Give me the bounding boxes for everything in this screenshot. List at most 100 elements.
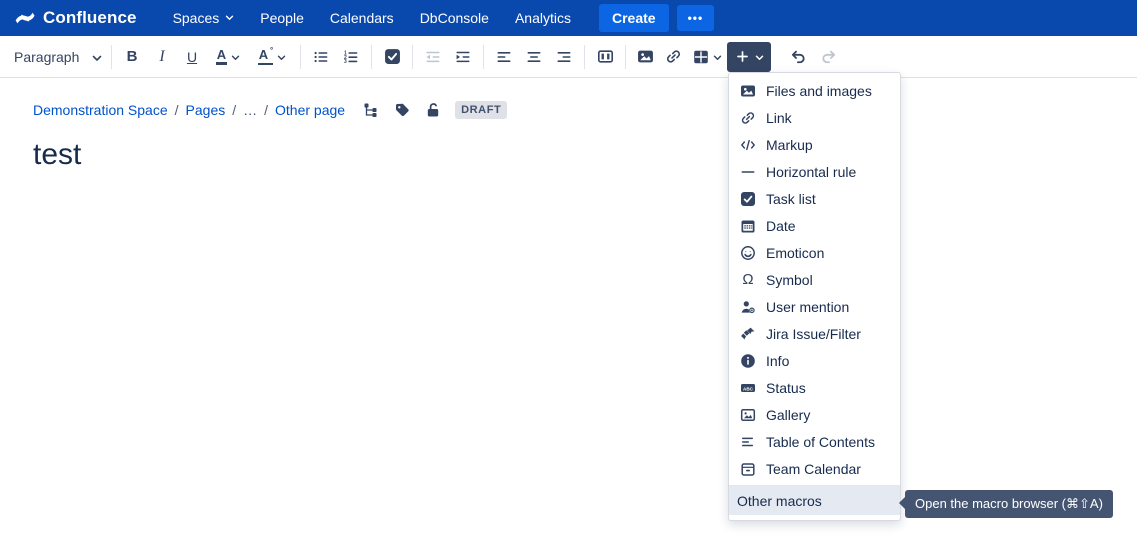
underline-icon: U	[187, 49, 197, 65]
bullet-list-button[interactable]	[306, 41, 336, 73]
menu-item-files-and-images[interactable]: Files and images	[729, 77, 900, 104]
align-left-icon	[496, 49, 512, 65]
toolbar-divider	[111, 45, 112, 69]
breadcrumb-separator: /	[232, 102, 236, 118]
text-color-icon: A	[216, 49, 227, 65]
menu-item-table-of-contents[interactable]: Table of Contents	[729, 428, 900, 455]
toolbar-divider	[625, 45, 626, 69]
align-center-button[interactable]	[519, 41, 549, 73]
breadcrumb-item[interactable]: Other page	[275, 102, 345, 118]
insert-link-button[interactable]	[659, 41, 687, 73]
nav-item-label: Analytics	[515, 10, 571, 26]
menu-item-info[interactable]: Info	[729, 347, 900, 374]
outdent-button[interactable]	[418, 41, 448, 73]
toolbar-divider	[584, 45, 585, 69]
unlock-icon[interactable]	[425, 102, 441, 118]
paragraph-style-dropdown[interactable]: Paragraph	[10, 41, 106, 73]
page-layout-icon	[597, 48, 614, 65]
paragraph-style-label: Paragraph	[14, 49, 79, 65]
breadcrumb-row: Demonstration Space/Pages/…/Other page D…	[33, 98, 1137, 122]
menu-item-team-calendar[interactable]: Team Calendar	[729, 455, 900, 482]
align-right-button[interactable]	[549, 41, 579, 73]
page-layout-button[interactable]	[590, 41, 620, 73]
bold-button[interactable]: B	[117, 41, 147, 73]
gallery-icon	[740, 407, 756, 423]
create-button[interactable]: Create	[599, 4, 669, 32]
nav-item-people[interactable]: People	[260, 10, 304, 26]
menu-item-label: Horizontal rule	[766, 164, 856, 180]
task-list-icon	[384, 48, 401, 65]
indent-button[interactable]	[448, 41, 478, 73]
menu-item-label: Gallery	[766, 407, 810, 423]
nav-item-dbconsole[interactable]: DbConsole	[420, 10, 489, 26]
breadcrumb-separator: /	[264, 102, 268, 118]
logo-wordmark: Confluence	[43, 8, 137, 28]
menu-item-emoticon[interactable]: Emoticon	[729, 239, 900, 266]
nav-item-label: People	[260, 10, 304, 26]
menu-item-other-macros[interactable]: Other macros	[729, 486, 900, 515]
text-color-dropdown[interactable]: A	[207, 41, 249, 73]
confluence-logo[interactable]: Confluence	[14, 7, 137, 29]
breadcrumb-item[interactable]: Pages	[186, 102, 226, 118]
image-icon	[637, 48, 654, 65]
nav-item-calendars[interactable]: Calendars	[330, 10, 394, 26]
insert-more-content-dropdown[interactable]	[727, 42, 771, 72]
redo-button[interactable]	[813, 41, 843, 73]
menu-item-user-mention[interactable]: User mention	[729, 293, 900, 320]
menu-item-symbol[interactable]: Ω Symbol	[729, 266, 900, 293]
ellipsis-icon: •••	[688, 11, 704, 25]
menu-item-gallery[interactable]: Gallery	[729, 401, 900, 428]
emoticon-icon	[740, 245, 756, 261]
confluence-logo-icon	[14, 7, 36, 29]
menu-item-label: Files and images	[766, 83, 872, 99]
breadcrumb-actions	[363, 102, 441, 118]
insert-image-button[interactable]	[631, 41, 659, 73]
menu-item-date[interactable]: Date	[729, 212, 900, 239]
menu-item-horizontal-rule[interactable]: Horizontal rule	[729, 158, 900, 185]
align-left-button[interactable]	[489, 41, 519, 73]
chevron-down-icon	[277, 48, 286, 66]
jira-icon	[740, 326, 756, 342]
menu-item-link[interactable]: Link	[729, 104, 900, 131]
menu-item-label: Task list	[766, 191, 816, 207]
more-formatting-icon: A°	[258, 49, 273, 65]
menu-item-status[interactable]: ABC Status	[729, 374, 900, 401]
align-right-icon	[556, 49, 572, 65]
task-list-button[interactable]	[377, 41, 407, 73]
menu-item-markup[interactable]: Markup	[729, 131, 900, 158]
undo-button[interactable]	[783, 41, 813, 73]
numbered-list-button[interactable]: 123	[336, 41, 366, 73]
menu-item-label: Link	[766, 110, 792, 126]
files-and-images-icon	[740, 83, 756, 99]
insert-menu-items: Files and images Link Markup Horizontal …	[729, 77, 900, 482]
page-title-input[interactable]: test	[33, 138, 1137, 172]
nav-item-spaces[interactable]: Spaces	[173, 10, 235, 26]
toolbar-divider	[300, 45, 301, 69]
toolbar-divider	[412, 45, 413, 69]
indent-icon	[455, 49, 471, 65]
menu-item-label: Markup	[766, 137, 813, 153]
menu-item-task-list[interactable]: Task list	[729, 185, 900, 212]
menu-item-label: Date	[766, 218, 796, 234]
undo-redo-group	[783, 41, 843, 73]
chevron-down-icon	[92, 49, 102, 65]
status-icon: ABC	[740, 380, 756, 396]
more-menu-button[interactable]: •••	[677, 5, 715, 31]
underline-button[interactable]: U	[177, 41, 207, 73]
menu-item-label: Jira Issue/Filter	[766, 326, 861, 342]
page-tree-icon[interactable]	[363, 102, 379, 118]
menu-item-jira-issue-filter[interactable]: Jira Issue/Filter	[729, 320, 900, 347]
more-formatting-dropdown[interactable]: A°	[249, 41, 295, 73]
nav-item-analytics[interactable]: Analytics	[515, 10, 571, 26]
draft-status-badge: DRAFT	[455, 101, 507, 119]
chevron-down-icon	[755, 48, 764, 66]
link-icon	[665, 48, 682, 65]
nav-item-label: Calendars	[330, 10, 394, 26]
breadcrumb-item[interactable]: Demonstration Space	[33, 102, 168, 118]
bold-icon: B	[127, 48, 138, 65]
svg-text:ABC: ABC	[743, 386, 754, 391]
insert-table-dropdown[interactable]	[687, 41, 727, 73]
menu-item-label: Status	[766, 380, 806, 396]
labels-icon[interactable]	[394, 102, 410, 118]
italic-button[interactable]: I	[147, 41, 177, 73]
